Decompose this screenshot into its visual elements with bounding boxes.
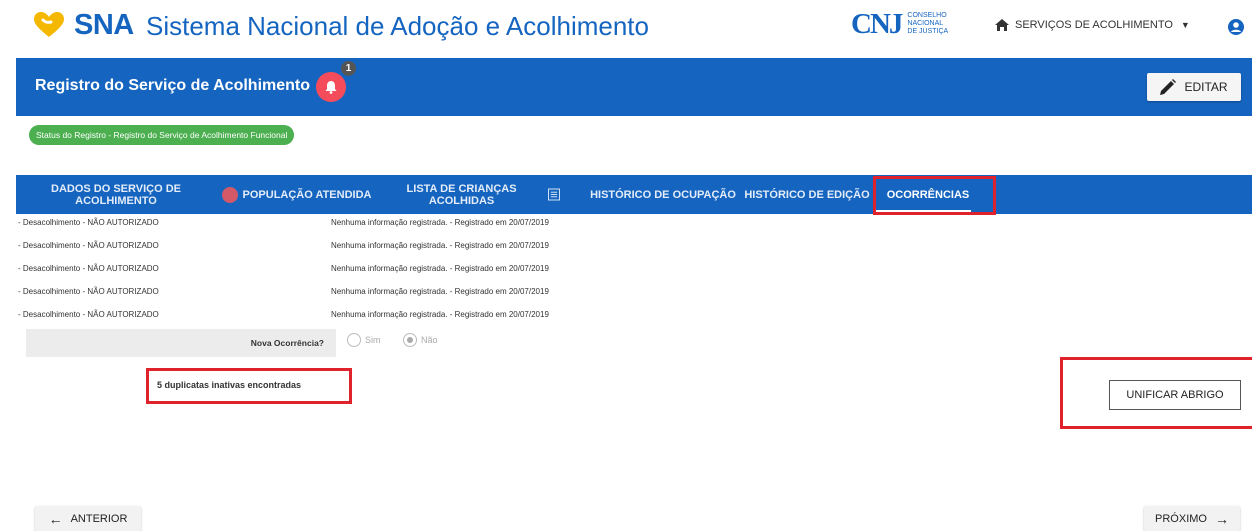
cnj-text-line: DE JUSTIÇA <box>907 28 949 35</box>
occurrence-type: - Desacolhimento - NÃO AUTORIZADO <box>18 241 159 250</box>
occurrence-row: - Desacolhimento - NÃO AUTORIZADO Nenhum… <box>18 264 549 273</box>
app-title: Sistema Nacional de Adoção e Acolhimento <box>146 11 649 41</box>
caret-down-icon: ▼ <box>1180 20 1190 30</box>
heart-logo-icon <box>34 12 64 37</box>
occurrence-row: - Desacolhimento - NÃO AUTORIZADO Nenhum… <box>18 287 549 296</box>
notification-button[interactable] <box>316 72 346 102</box>
highlight-box-ocorrencias <box>873 176 996 215</box>
occurrence-row: - Desacolhimento - NÃO AUTORIZADO Nenhum… <box>18 218 549 227</box>
occurrence-type: - Desacolhimento - NÃO AUTORIZADO <box>18 310 159 319</box>
cnj-text-line: CONSELHO <box>907 12 947 19</box>
page-title: Registro do Serviço de Acolhimento <box>35 77 311 94</box>
list-icon <box>548 188 560 201</box>
occurrence-desc: Nenhuma informação registrada. - Registr… <box>331 310 549 319</box>
services-menu[interactable]: SERVIÇOS DE ACOLHIMENTO ▼ <box>995 19 1190 31</box>
brand-name: SNA <box>74 9 134 41</box>
occurrence-desc: Nenhuma informação registrada. - Registr… <box>331 241 549 250</box>
duplicates-highlight-box: 5 duplicatas inativas encontradas <box>146 368 352 404</box>
previous-button[interactable]: ← ANTERIOR <box>35 506 141 531</box>
pencil-icon <box>1160 79 1177 95</box>
arrow-left-icon: ← <box>48 510 63 527</box>
new-occurrence-label: Nova Ocorrência? <box>250 338 324 348</box>
tab-dados-servico[interactable]: DADOS DO SERVIÇO DE ACOLHIMENTO <box>26 175 206 214</box>
home-icon <box>995 19 1009 31</box>
new-occurrence-question: Nova Ocorrência? <box>26 329 336 357</box>
tab-lista-criancas[interactable]: LISTA DE CRIANÇAS ACOLHIDAS <box>380 175 560 214</box>
next-button-label: PRÓXIMO <box>1155 512 1207 525</box>
tab-lista-criancas-label: LISTA DE CRIANÇAS ACOLHIDAS <box>406 182 517 207</box>
user-icon[interactable] <box>1228 19 1244 35</box>
radio-nao-label: Não <box>421 335 438 345</box>
previous-button-label: ANTERIOR <box>70 512 128 525</box>
cnj-logo: CNJ CONSELHO NACIONAL DE JUSTIÇA <box>851 7 948 41</box>
radio-nao[interactable] <box>403 333 417 347</box>
bell-icon <box>325 80 337 94</box>
tab-bar: DADOS DO SERVIÇO DE ACOLHIMENTO POPULAÇÃ… <box>16 175 1252 214</box>
radio-sim-label: Sim <box>365 335 381 345</box>
occurrence-type: - Desacolhimento - NÃO AUTORIZADO <box>18 287 159 296</box>
occurrence-type: - Desacolhimento - NÃO AUTORIZADO <box>18 264 159 273</box>
cnj-logo-text: CONSELHO NACIONAL DE JUSTIÇA <box>907 12 948 36</box>
notification-count-badge: 1 <box>341 61 356 76</box>
tab-historico-ocupacao[interactable]: HISTÓRICO DE OCUPAÇÃO <box>590 175 736 214</box>
occurrence-row: - Desacolhimento - NÃO AUTORIZADO Nenhum… <box>18 241 549 250</box>
occurrence-desc: Nenhuma informação registrada. - Registr… <box>331 287 549 296</box>
occurrence-row: - Desacolhimento - NÃO AUTORIZADO Nenhum… <box>18 310 549 319</box>
services-menu-label: SERVIÇOS DE ACOLHIMENTO <box>1015 19 1173 31</box>
occurrence-type: - Desacolhimento - NÃO AUTORIZADO <box>18 218 159 227</box>
unify-shelter-button[interactable]: UNIFICAR ABRIGO <box>1109 380 1241 410</box>
edit-button[interactable]: EDITAR <box>1147 73 1241 101</box>
edit-button-label: EDITAR <box>1184 80 1228 94</box>
page-header: Registro do Serviço de Acolhimento 1 EDI… <box>16 58 1252 116</box>
top-bar: SNA Sistema Nacional de Adoção e Acolhim… <box>0 0 1252 58</box>
duplicates-count-text: 5 duplicatas inativas encontradas <box>157 380 302 390</box>
tab-populacao-atendida[interactable]: POPULAÇÃO ATENDIDA <box>238 175 376 214</box>
occurrence-desc: Nenhuma informação registrada. - Registr… <box>331 218 549 227</box>
status-badge: Status do Registro - Registro do Serviço… <box>29 125 295 145</box>
next-button[interactable]: PRÓXIMO → <box>1144 506 1240 531</box>
cnj-logo-mark: CNJ <box>851 7 903 40</box>
occurrence-desc: Nenhuma informação registrada. - Registr… <box>331 264 549 273</box>
radio-sim[interactable] <box>347 333 361 347</box>
arrow-right-icon: → <box>1214 510 1229 527</box>
tab-historico-edicao[interactable]: HISTÓRICO DE EDIÇÃO <box>744 175 870 214</box>
tab-bell-icon <box>222 187 238 203</box>
cnj-text-line: NACIONAL <box>907 20 944 27</box>
